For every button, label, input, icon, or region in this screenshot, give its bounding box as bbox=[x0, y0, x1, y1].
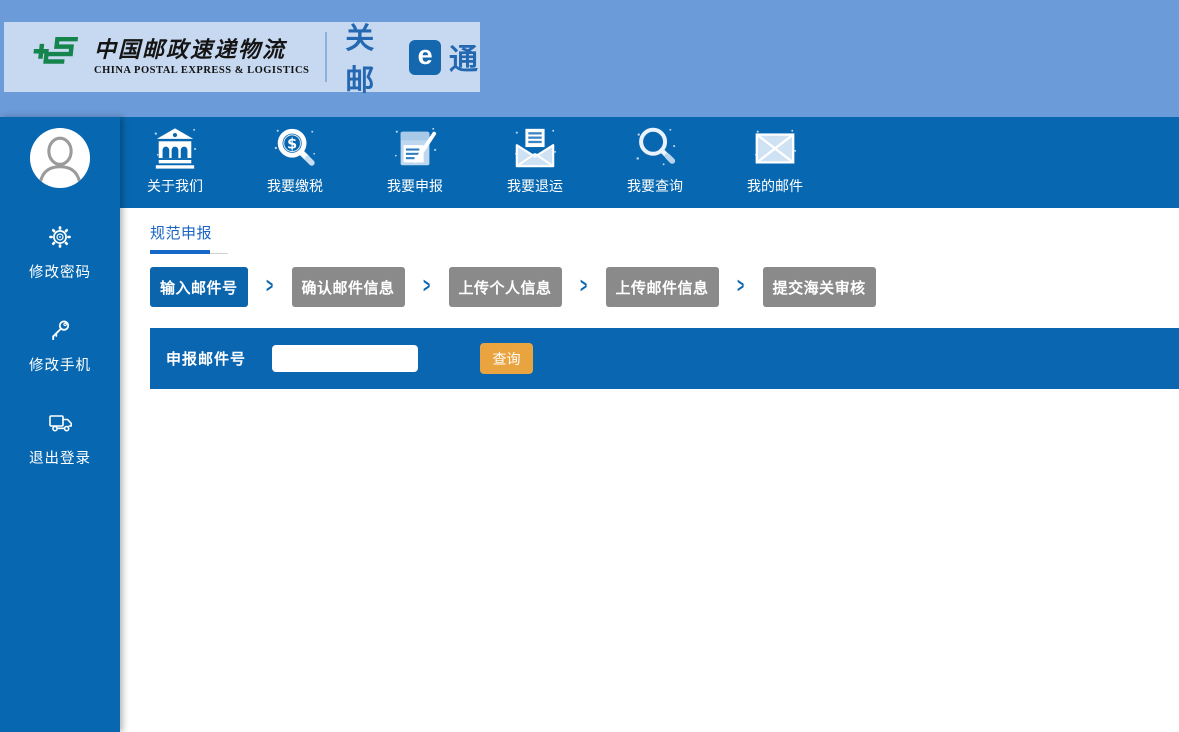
mail-icon bbox=[752, 125, 798, 171]
tab-standard-declaration[interactable]: 规范申报 bbox=[150, 222, 228, 254]
nav-item-label: 我要缴税 bbox=[267, 176, 323, 196]
sidebar-item-label: 退出登录 bbox=[29, 447, 91, 468]
key-icon bbox=[48, 318, 72, 342]
tab-underline bbox=[150, 249, 228, 254]
svg-text:$: $ bbox=[287, 136, 297, 152]
nav-item-about-us[interactable]: 关于我们 bbox=[130, 117, 220, 208]
sidebar-item-change-password[interactable]: 修改密码 bbox=[29, 225, 91, 282]
nav-item-return-shipment[interactable]: 我要退运 bbox=[490, 117, 580, 208]
step-enter-mail-number[interactable]: 输入邮件号 bbox=[150, 267, 248, 307]
declare-mail-number-input[interactable] bbox=[272, 345, 418, 372]
header-band: 中国邮政速递物流 CHINA POSTAL EXPRESS & LOGISTIC… bbox=[0, 0, 1179, 117]
declare-mail-number-label: 申报邮件号 bbox=[166, 348, 246, 369]
nav-item-my-mail[interactable]: 我的邮件 bbox=[730, 117, 820, 208]
declaration-step-wizard: 输入邮件号 > 确认邮件信息 > 上传个人信息 > 上传邮件信息 > 提交海关审… bbox=[150, 267, 1179, 307]
nav-item-pay-tax[interactable]: $ 我要缴税 bbox=[250, 117, 340, 208]
step-submit-customs-review: 提交海关审核 bbox=[763, 267, 876, 307]
mail-number-query-bar: 申报邮件号 查询 bbox=[150, 328, 1179, 389]
product-suffix: 通 bbox=[449, 36, 480, 78]
sidebar-item-change-phone[interactable]: 修改手机 bbox=[29, 318, 91, 375]
sidebar-item-logout[interactable]: 退出登录 bbox=[29, 411, 91, 468]
nav-item-declare[interactable]: 我要申报 bbox=[370, 117, 460, 208]
nav-item-query[interactable]: 我要查询 bbox=[610, 117, 700, 208]
query-button[interactable]: 查询 bbox=[480, 343, 533, 374]
main-nav: 关于我们 $ 我要缴税 bbox=[120, 117, 1179, 208]
product-prefix: 关邮 bbox=[345, 15, 401, 99]
declare-document-icon bbox=[392, 125, 438, 171]
step-chevron-icon: > bbox=[248, 278, 292, 296]
step-upload-personal-info: 上传个人信息 bbox=[449, 267, 562, 307]
sidebar: 修改密码 修改手机 bbox=[0, 117, 120, 732]
nav-item-label: 我的邮件 bbox=[747, 176, 803, 196]
step-chevron-icon: > bbox=[405, 278, 449, 296]
nav-item-label: 我要查询 bbox=[627, 176, 683, 196]
step-chevron-icon: > bbox=[719, 278, 763, 296]
brand-text: 中国邮政速递物流 CHINA POSTAL EXPRESS & LOGISTIC… bbox=[94, 38, 309, 75]
tab-underline-indicator bbox=[150, 250, 210, 254]
search-icon bbox=[632, 125, 678, 171]
china-post-logo-icon bbox=[30, 32, 84, 83]
content-area: 规范申报 输入邮件号 > 确认邮件信息 > 上传个人信息 > 上传邮件信息 > … bbox=[120, 208, 1179, 389]
nav-item-label: 我要申报 bbox=[387, 176, 443, 196]
brand-name-en: CHINA POSTAL EXPRESS & LOGISTICS bbox=[94, 65, 309, 76]
user-avatar bbox=[29, 127, 91, 189]
tab-label: 规范申报 bbox=[150, 225, 212, 242]
step-confirm-mail-info: 确认邮件信息 bbox=[292, 267, 405, 307]
tax-magnifier-icon: $ bbox=[272, 125, 318, 171]
step-upload-mail-info: 上传邮件信息 bbox=[606, 267, 719, 307]
delivery-truck-icon bbox=[48, 411, 72, 435]
product-e-badge: e bbox=[409, 40, 441, 75]
brand-name-cn: 中国邮政速递物流 bbox=[94, 38, 309, 62]
nav-item-label: 关于我们 bbox=[147, 176, 203, 196]
nav-item-label: 我要退运 bbox=[507, 176, 563, 196]
main-area: 关于我们 $ 我要缴税 bbox=[120, 117, 1179, 732]
brand-divider bbox=[325, 32, 327, 82]
brand-panel: 中国邮政速递物流 CHINA POSTAL EXPRESS & LOGISTIC… bbox=[4, 22, 480, 92]
step-chevron-icon: > bbox=[562, 278, 606, 296]
bank-building-icon bbox=[152, 125, 198, 171]
product-logo: 关邮 e 通 bbox=[345, 15, 480, 99]
gear-icon bbox=[48, 225, 72, 249]
sidebar-item-label: 修改密码 bbox=[29, 261, 91, 282]
sidebar-item-label: 修改手机 bbox=[29, 354, 91, 375]
return-mail-icon bbox=[512, 125, 558, 171]
